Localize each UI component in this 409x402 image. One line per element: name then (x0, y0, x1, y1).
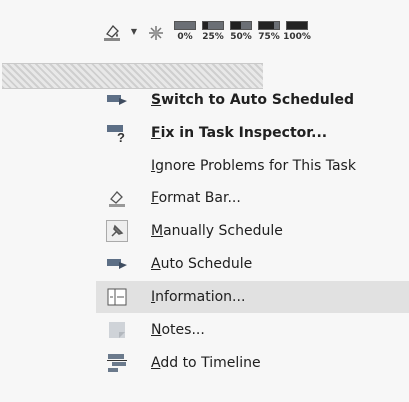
highlight-color-icon[interactable] (102, 20, 122, 42)
menu-item-information[interactable]: Information... (96, 281, 409, 313)
menu-item-label: Add to Timeline (151, 355, 261, 371)
timeline-icon (106, 352, 128, 374)
format-bar-icon (106, 187, 128, 209)
menu-item-label: Information... (151, 289, 246, 305)
information-icon (106, 286, 128, 308)
auto-schedule-icon (106, 89, 128, 111)
percent-label: 0% (177, 31, 193, 42)
percent-complete-group: 0% 25% 50% 75% 100% (174, 20, 311, 42)
context-menu: Switch to Auto Scheduled? Fix in Task Ins… (96, 82, 409, 402)
menu-item-add-to-timeline[interactable]: Add to Timeline (96, 347, 409, 379)
menu-item-notes[interactable]: Notes... (96, 314, 409, 346)
percent-complete-50-button[interactable]: 50% (230, 20, 252, 42)
notes-icon (106, 319, 128, 341)
menu-item-label: Notes... (151, 322, 205, 338)
pushpin-icon (106, 220, 128, 242)
menu-item-ignore-problems-for-this-task[interactable]: Ignore Problems for This Task (96, 150, 409, 182)
menu-item-label: Auto Schedule (151, 256, 253, 272)
percent-fill (287, 21, 307, 29)
percent-label: 75% (258, 31, 280, 42)
menu-item-label: Fix in Task Inspector... (151, 125, 328, 141)
menu-item-label: Manually Schedule (151, 223, 283, 239)
menu-item-auto-schedule[interactable]: Auto Schedule (96, 248, 409, 280)
percent-complete-100-button[interactable]: 100% (283, 20, 311, 42)
menu-item-label: Switch to Auto Scheduled (151, 92, 354, 108)
menu-item-switch-to-auto-scheduled[interactable]: Switch to Auto Scheduled (96, 84, 409, 116)
dropdown-arrow-icon[interactable]: ▼ (130, 25, 138, 37)
percent-complete-75-button[interactable]: 75% (258, 20, 280, 42)
percent-fill (231, 21, 241, 29)
menu-item-label: Format Bar... (151, 190, 241, 206)
menu-item-label: Ignore Problems for This Task (151, 158, 356, 174)
task-status-icon[interactable] (146, 20, 166, 42)
percent-bar-icon (174, 20, 196, 30)
percent-bar-icon (230, 20, 252, 30)
percent-label: 25% (202, 31, 224, 42)
percent-bar-icon (258, 20, 280, 30)
percent-bar-icon (202, 20, 224, 30)
percent-bar-icon (286, 20, 308, 30)
mini-toolbar: ▼ 0% 25% 50% 75% 100% (100, 6, 362, 56)
percent-complete-0-button[interactable]: 0% (174, 20, 196, 42)
auto-schedule-icon (106, 253, 128, 275)
percent-label: 100% (283, 31, 311, 42)
percent-label: 50% (230, 31, 252, 42)
percent-fill (203, 21, 208, 29)
svg-text:?: ? (117, 130, 125, 143)
menu-item-fix-in-task-inspector[interactable]: ? Fix in Task Inspector... (96, 117, 409, 149)
task-inspector-icon: ? (106, 122, 128, 144)
percent-complete-25-button[interactable]: 25% (202, 20, 224, 42)
menu-item-manually-schedule[interactable]: Manually Schedule (96, 215, 409, 247)
menu-item-format-bar[interactable]: Format Bar... (96, 182, 409, 214)
percent-fill (259, 21, 274, 29)
